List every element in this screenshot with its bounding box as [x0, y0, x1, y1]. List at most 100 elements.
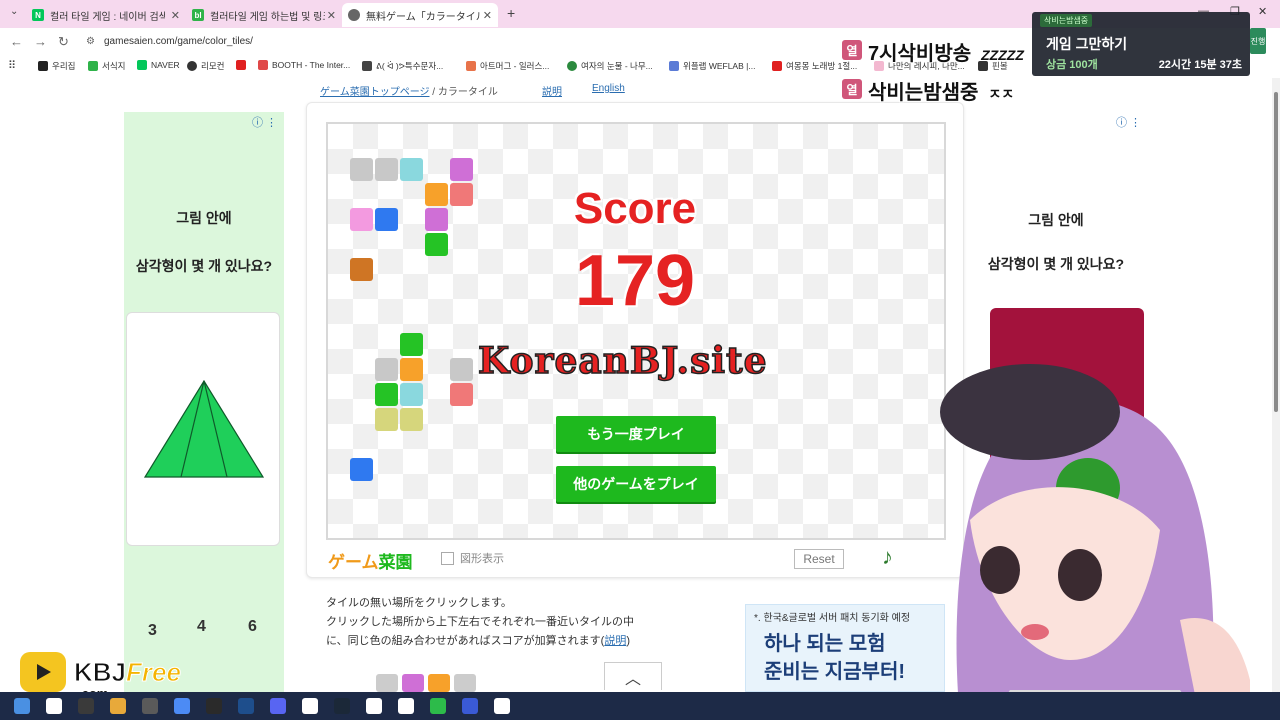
color-tile: [450, 158, 473, 181]
game-saien-logo[interactable]: ゲーム菜園: [328, 548, 413, 573]
bookmark-item[interactable]: 위플랩 WEFLAB |...: [669, 60, 755, 72]
site-watermark: KoreanBJ.site: [477, 339, 768, 383]
url-field[interactable]: gamesaien.com/game/color_tiles/: [104, 36, 253, 47]
chrome-icon[interactable]: [174, 698, 190, 714]
color-tile: [400, 358, 423, 381]
widget-icon[interactable]: [78, 698, 94, 714]
overlay-schedule-text: 7시삭비방송 ZZZZZ: [868, 43, 1024, 65]
ad-question-line1: 그림 안에: [176, 210, 232, 226]
bookmark-item[interactable]: NAVER: [137, 60, 180, 70]
overlay-progress-badge: 진행: [1250, 28, 1266, 54]
color-tile: [400, 333, 423, 356]
file-explorer-icon[interactable]: [110, 698, 126, 714]
close-tab-icon[interactable]: ✕: [171, 9, 180, 22]
play-logo-icon: [20, 652, 66, 692]
ad-question-line1: 그림 안에: [1028, 212, 1084, 228]
color-tile: [375, 358, 398, 381]
app-icon[interactable]: [462, 698, 478, 714]
bottom-ad-banner[interactable]: *. 한국&글로벌 서버 패치 동기화 예정 하나 되는 모험 준비는 지금부터…: [745, 604, 945, 692]
ad-question-line2: 삼각형이 몇 개 있나요?: [135, 258, 273, 274]
chevron-up-icon: ︿: [624, 670, 641, 688]
bookmark-item[interactable]: 리모컨: [187, 60, 224, 72]
tab-blog[interactable]: bl 컬러타일 게임 하는법 및 링크 ✕: [186, 3, 342, 27]
color-tile: [400, 158, 423, 181]
close-tab-icon[interactable]: ✕: [327, 9, 336, 22]
edge-icon[interactable]: [302, 698, 318, 714]
search-icon[interactable]: [46, 698, 62, 714]
steam-icon[interactable]: [238, 698, 254, 714]
start-icon[interactable]: [14, 698, 30, 714]
shape-display-toggle[interactable]: 図形表示: [441, 550, 504, 566]
tab-naver-search[interactable]: N 컬러 타일 게임 : 네이버 검색 ✕: [26, 3, 186, 27]
color-tile: [350, 208, 373, 231]
overlay-tag: 열: [842, 40, 862, 60]
checkbox[interactable]: [441, 551, 454, 565]
minecraft-icon[interactable]: [206, 698, 222, 714]
bookmark-item[interactable]: 아트머그 - 일러스...: [466, 60, 549, 72]
bookmark-item[interactable]: 서식지: [88, 60, 125, 72]
color-tile: [400, 408, 423, 431]
play-other-games-button[interactable]: 他のゲームをプレイ: [556, 466, 716, 502]
tile-preview-strip: [376, 674, 476, 692]
reset-button[interactable]: Reset: [794, 549, 844, 569]
music-note-icon[interactable]: ♪: [882, 544, 893, 570]
instructions-help-link[interactable]: 説明: [604, 635, 626, 647]
overlay-status-text: 삭비는밤샘중 ㅈㅈ: [868, 82, 1015, 104]
color-tile: [450, 358, 473, 381]
ad-info-icon[interactable]: ⓘ ⋮: [252, 114, 277, 130]
color-tile: [450, 383, 473, 406]
obs-icon[interactable]: [494, 698, 510, 714]
ad-answer[interactable]: 6: [248, 618, 257, 636]
app-icon[interactable]: [366, 698, 382, 714]
tab-label: 컬러타일 게임 하는법 및 링크: [210, 11, 325, 23]
tab-color-tiles[interactable]: 無料ゲーム「カラータイル」(パズ ✕: [342, 3, 498, 27]
ad-info-icon[interactable]: ⓘ ⋮: [1116, 114, 1141, 130]
tab-list-chevron-icon[interactable]: ⌄: [10, 6, 18, 17]
score-value: 179: [574, 241, 696, 321]
color-tile: [375, 383, 398, 406]
discord-icon[interactable]: [270, 698, 286, 714]
site-info-icon[interactable]: ⚙: [86, 36, 95, 47]
back-arrow-icon[interactable]: ←: [10, 34, 23, 49]
bookmark-item[interactable]: ᕕ( ᐛ )ᕗ특수문자...: [362, 60, 443, 72]
scroll-to-top-button[interactable]: ︿: [604, 662, 662, 690]
windows-taskbar: [0, 692, 1280, 720]
english-link[interactable]: English: [592, 83, 625, 94]
ad-triangle-card: [126, 312, 280, 546]
blog-favicon-icon: bl: [192, 9, 204, 21]
reload-icon[interactable]: ↻: [58, 34, 69, 50]
color-tile: [375, 208, 398, 231]
close-tab-icon[interactable]: ✕: [483, 9, 492, 22]
triangle-image: [143, 379, 265, 478]
bookmark-youtube-icon[interactable]: [236, 60, 250, 70]
bookmark-item[interactable]: 여자의 눈물 - 나무...: [567, 60, 653, 72]
color-tile: [350, 458, 373, 481]
ad-question-line2: 삼각형이 몇 개 있나요?: [987, 256, 1125, 272]
bookmark-item[interactable]: BOOTH - The Inter...: [258, 60, 350, 70]
breadcrumb-current: カラータイル: [437, 87, 498, 98]
steam-icon[interactable]: [334, 698, 350, 714]
tab-label: 無料ゲーム「カラータイル」(パズ: [366, 11, 481, 23]
globe-favicon-icon: [348, 9, 360, 21]
color-tile: [425, 208, 448, 231]
help-link[interactable]: 説明: [542, 83, 562, 98]
new-tab-button[interactable]: +: [507, 5, 515, 21]
store-icon[interactable]: [142, 698, 158, 714]
tab-label: 컬러 타일 게임 : 네이버 검색: [50, 11, 165, 23]
apps-grid-icon[interactable]: ⠿: [8, 59, 16, 72]
kbjfree-logo: KBJFree .com: [20, 652, 181, 701]
color-tile: [375, 158, 398, 181]
ad-answer[interactable]: 4: [197, 618, 206, 636]
breadcrumb-home-link[interactable]: ゲーム菜園トップページ: [320, 87, 430, 98]
color-tile: [350, 158, 373, 181]
close-window-icon[interactable]: ✕: [1258, 5, 1267, 18]
bookmark-item[interactable]: 여몽몽 노래방 1절...: [772, 60, 857, 72]
play-again-button[interactable]: もう一度プレイ: [556, 416, 716, 452]
forward-arrow-icon[interactable]: →: [34, 34, 47, 49]
bookmark-item[interactable]: 우리집: [38, 60, 75, 72]
left-ad-banner[interactable]: ⓘ ⋮ 그림 안에 삼각형이 몇 개 있나요? 3 4 6: [124, 112, 284, 692]
obs-icon[interactable]: [398, 698, 414, 714]
ad-answer[interactable]: 3: [148, 622, 157, 640]
app-icon[interactable]: [430, 698, 446, 714]
breadcrumb: ゲーム菜園トップページ / カラータイル: [320, 87, 498, 98]
